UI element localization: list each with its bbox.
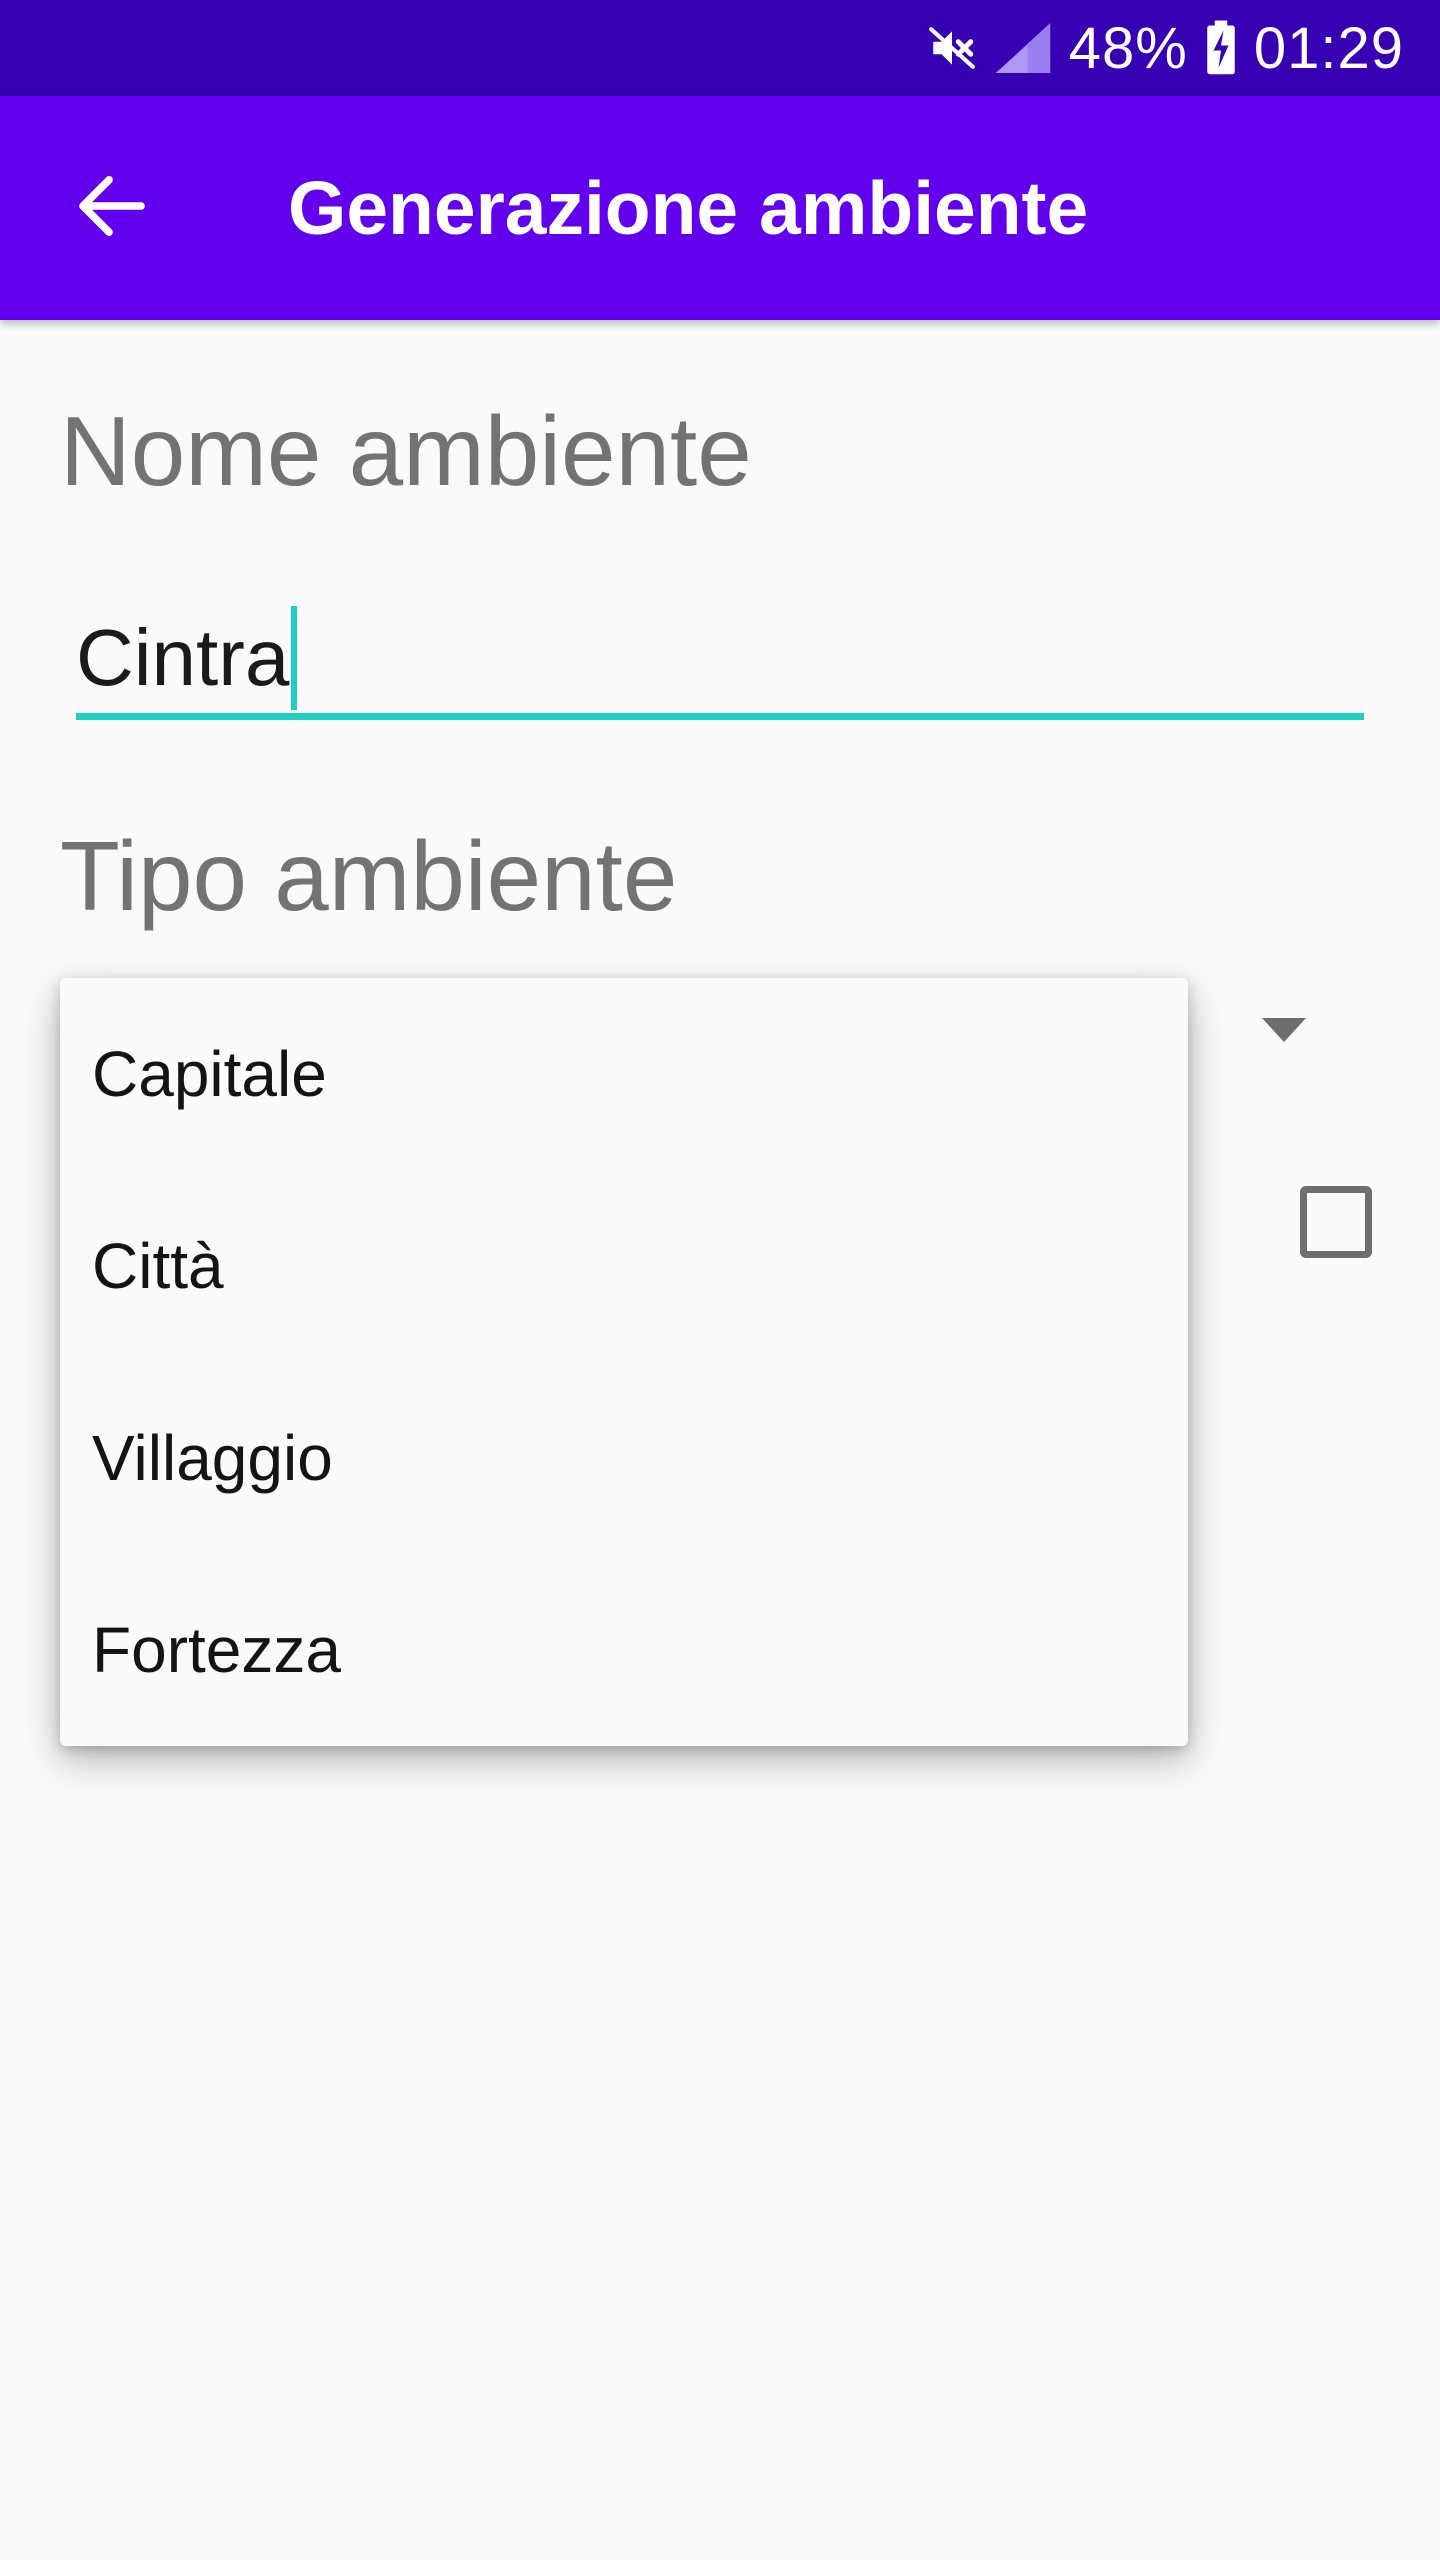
battery-charging-icon xyxy=(1206,20,1236,76)
status-bar: 48% 01:29 xyxy=(0,0,1440,96)
dropdown-arrow-icon[interactable] xyxy=(1262,1018,1306,1042)
text-cursor xyxy=(291,606,298,710)
clock: 01:29 xyxy=(1253,15,1404,81)
dropdown-option-capitale[interactable]: Capitale xyxy=(60,978,1188,1170)
page-title: Generazione ambiente xyxy=(288,166,1089,250)
back-button[interactable] xyxy=(52,156,172,260)
battery-percent: 48% xyxy=(1068,15,1188,81)
app-bar: Generazione ambiente xyxy=(0,96,1440,320)
name-input[interactable]: Cintra xyxy=(76,580,1364,720)
name-label: Nome ambiente xyxy=(60,396,752,506)
mute-icon xyxy=(927,23,977,73)
arrow-back-icon xyxy=(76,174,148,243)
dropdown-option-villaggio[interactable]: Villaggio xyxy=(60,1362,1188,1554)
type-label: Tipo ambiente xyxy=(60,821,678,931)
status-indicators: 48% 01:29 xyxy=(927,0,1404,96)
type-dropdown-menu: Capitale Città Villaggio Fortezza xyxy=(60,978,1188,1746)
name-value: Cintra xyxy=(76,613,290,702)
checkbox[interactable] xyxy=(1300,1186,1372,1258)
dropdown-option-fortezza[interactable]: Fortezza xyxy=(60,1554,1188,1746)
dropdown-option-citta[interactable]: Città xyxy=(60,1170,1188,1362)
signal-icon xyxy=(995,23,1051,73)
